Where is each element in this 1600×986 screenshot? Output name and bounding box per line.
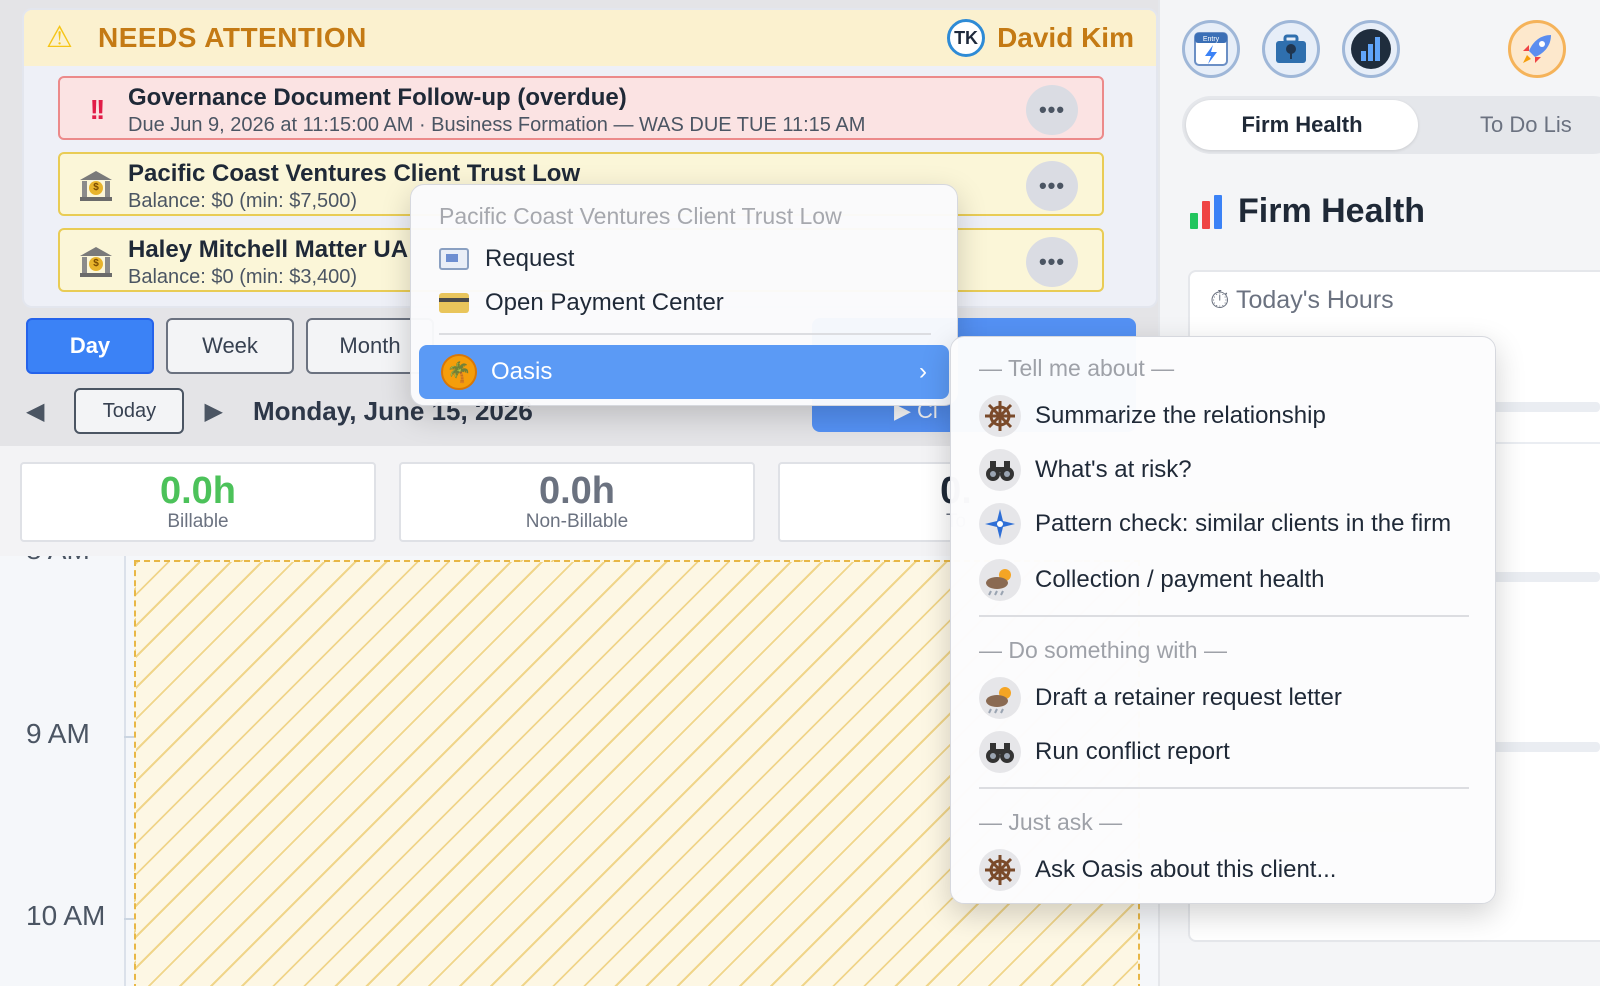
menu-item-pattern-check[interactable]: Pattern check: similar clients in the fi… bbox=[979, 503, 1451, 545]
menu-item-label: Summarize the relationship bbox=[1035, 402, 1326, 429]
menu-item-run-conflict-report[interactable]: Run conflict report bbox=[979, 731, 1230, 773]
hour-label: 9 AM bbox=[26, 718, 90, 749]
firm-health-title: Firm Health bbox=[1238, 192, 1426, 230]
context-menu-header: Pacific Coast Ventures Client Trust Low bbox=[439, 203, 842, 229]
stat-non-billable: 0.0h Non-Billable bbox=[399, 462, 755, 542]
user-avatar: TK bbox=[947, 19, 986, 57]
bank-icon: $ bbox=[78, 168, 114, 204]
menu-item-label: Open Payment Center bbox=[485, 289, 724, 316]
credit-card-icon bbox=[439, 293, 469, 313]
menu-separator bbox=[979, 615, 1469, 617]
entry-lightning-icon[interactable]: Entry bbox=[1182, 20, 1240, 78]
menu-item-label: Run conflict report bbox=[1035, 738, 1230, 765]
stat-value: 0.0h bbox=[159, 470, 237, 512]
more-options-button[interactable]: ••• bbox=[1026, 85, 1078, 135]
todays-hours-title: ⏱ Today's Hours bbox=[1210, 286, 1394, 314]
alert-title: Governance Document Follow-up (overdue) bbox=[128, 84, 627, 111]
firm-health-heading: Firm Health bbox=[1190, 192, 1425, 231]
user-name: David Kim bbox=[997, 22, 1134, 53]
sidebar-tabs: Firm Health To Do Lis bbox=[1182, 96, 1600, 154]
bank-icon: $ bbox=[78, 244, 114, 280]
binoculars-icon bbox=[979, 449, 1021, 491]
user-badge[interactable]: TK David Kim bbox=[947, 19, 1134, 57]
stat-label: Billable bbox=[167, 511, 229, 532]
menu-item-draft-retainer-letter[interactable]: Draft a retainer request letter bbox=[979, 677, 1342, 719]
needs-attention-header: ⚠ NEEDS ATTENTION TK David Kim bbox=[24, 10, 1156, 66]
submenu-section-heading: — Tell me about — bbox=[979, 355, 1175, 381]
stat-billable: 0.0h Billable bbox=[20, 462, 376, 542]
weather-icon bbox=[979, 559, 1021, 601]
menu-item-label: Request bbox=[485, 245, 575, 272]
view-tabs: Day Week Month bbox=[26, 318, 434, 374]
tab-week[interactable]: Week bbox=[166, 318, 294, 374]
more-options-button[interactable]: ••• bbox=[1026, 161, 1078, 211]
menu-item-oasis[interactable]: 🌴 Oasis › bbox=[419, 345, 949, 399]
menu-item-label: Draft a retainer request letter bbox=[1035, 684, 1342, 711]
menu-separator bbox=[439, 333, 931, 335]
today-button[interactable]: Today bbox=[74, 388, 185, 434]
oasis-submenu: — Tell me about — Summarize the relation… bbox=[950, 336, 1496, 904]
submenu-section-heading: — Do something with — bbox=[979, 637, 1227, 663]
needs-attention-title: NEEDS ATTENTION bbox=[98, 22, 367, 53]
ship-wheel-icon bbox=[979, 849, 1021, 891]
bar-chart-icon bbox=[1190, 194, 1224, 229]
menu-item-label: What's at risk? bbox=[1035, 456, 1192, 483]
menu-item-label: Ask Oasis about this client... bbox=[1035, 856, 1337, 883]
stat-value: 0.0h bbox=[538, 470, 616, 512]
tab-day[interactable]: Day bbox=[26, 318, 154, 374]
binoculars-icon bbox=[979, 731, 1021, 773]
sidebar-toolbar: Entry bbox=[1182, 20, 1600, 80]
tab-to-do-list[interactable]: To Do Lis bbox=[1480, 112, 1572, 138]
briefcase-pin-icon[interactable] bbox=[1262, 20, 1320, 78]
time-axis bbox=[124, 556, 126, 986]
alert-subtitle: Due Jun 9, 2026 at 11:15:00 AM · Busines… bbox=[128, 114, 866, 136]
menu-item-collection-health[interactable]: Collection / payment health bbox=[979, 559, 1325, 601]
alert-context-menu: Pacific Coast Ventures Client Trust Low … bbox=[410, 184, 958, 406]
menu-item-ask-oasis[interactable]: Ask Oasis about this client... bbox=[979, 849, 1336, 891]
rocket-icon[interactable] bbox=[1508, 20, 1566, 78]
compass-icon bbox=[979, 503, 1021, 545]
hour-label: 8 AM bbox=[26, 556, 90, 566]
stat-label: Non-Billable bbox=[525, 511, 629, 532]
warning-icon: ⚠ bbox=[46, 21, 73, 54]
more-options-button[interactable]: ••• bbox=[1026, 237, 1078, 287]
menu-item-label: Pattern check: similar clients in the fi… bbox=[1035, 510, 1452, 537]
ship-wheel-icon bbox=[979, 395, 1021, 437]
menu-item-whats-at-risk[interactable]: What's at risk? bbox=[979, 449, 1192, 491]
menu-item-request[interactable]: Request bbox=[439, 245, 574, 273]
menu-item-label: Collection / payment health bbox=[1035, 566, 1325, 593]
envelope-icon bbox=[439, 248, 469, 270]
submenu-section-heading: — Just ask — bbox=[979, 809, 1123, 835]
menu-item-open-payment-center[interactable]: Open Payment Center bbox=[439, 289, 724, 317]
double-exclamation-icon: !! bbox=[89, 94, 106, 125]
alert-item-overdue[interactable]: !! Governance Document Follow-up (overdu… bbox=[58, 76, 1104, 140]
tab-firm-health[interactable]: Firm Health bbox=[1186, 100, 1418, 150]
menu-separator bbox=[979, 787, 1469, 789]
previous-day-button[interactable]: ◀ bbox=[26, 397, 44, 426]
palm-tree-icon: 🌴 bbox=[441, 354, 477, 390]
next-day-button[interactable]: ▶ bbox=[204, 397, 222, 426]
chevron-right-icon: › bbox=[919, 358, 927, 385]
weather-icon bbox=[979, 677, 1021, 719]
menu-item-summarize-relationship[interactable]: Summarize the relationship bbox=[979, 395, 1326, 437]
analytics-chart-icon[interactable] bbox=[1342, 20, 1400, 78]
hour-label: 10 AM bbox=[26, 900, 106, 931]
entry-label: Entry bbox=[1203, 36, 1220, 43]
menu-item-label: Oasis bbox=[491, 358, 553, 385]
